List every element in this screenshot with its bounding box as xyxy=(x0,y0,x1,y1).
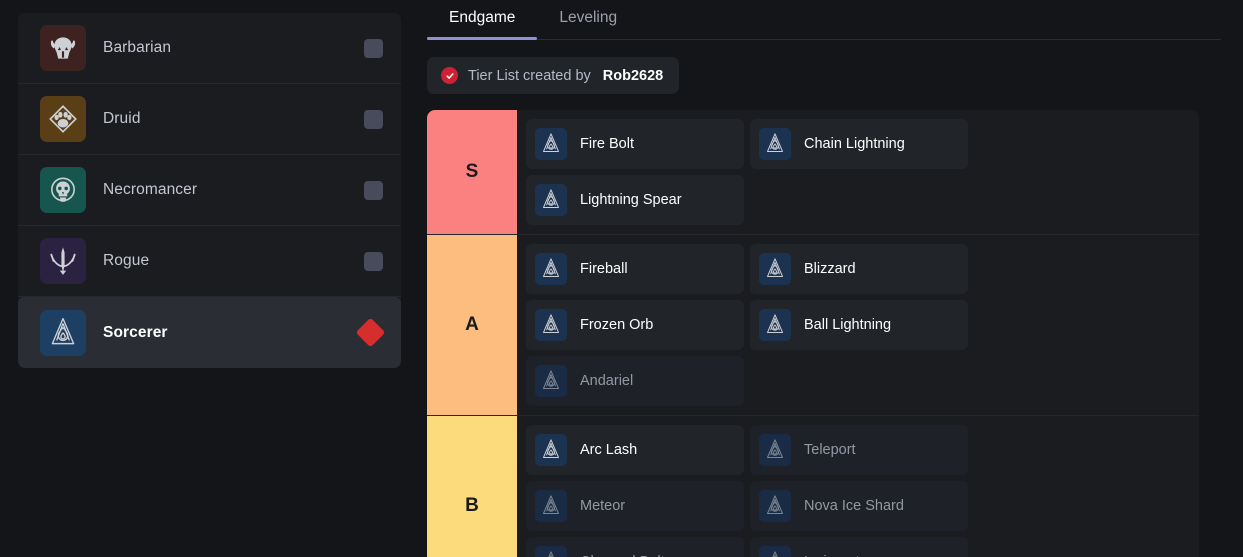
skill-card[interactable]: Fire Bolt xyxy=(526,119,744,169)
skill-card[interactable]: Incinerate xyxy=(750,537,968,557)
tier-items-a: Fireball Blizzard Frozen Orb Ball Lightning… xyxy=(517,235,1199,415)
skill-card[interactable]: Teleport xyxy=(750,425,968,475)
sorcerer-flame-icon xyxy=(535,184,567,216)
tier-label-b: B xyxy=(427,416,517,557)
skill-card[interactable]: Andariel xyxy=(526,356,744,406)
skill-card[interactable]: Ball Lightning xyxy=(750,300,968,350)
skill-card[interactable]: Arc Lash xyxy=(526,425,744,475)
skill-card[interactable]: Frozen Orb xyxy=(526,300,744,350)
skill-name-label: Fire Bolt xyxy=(580,136,634,152)
tier-items-s: Fire Bolt Chain Lightning Lightning Spear xyxy=(517,110,1199,234)
class-row-rogue[interactable]: Rogue xyxy=(18,226,401,297)
app-root: Barbarian Druid Necromancer Rogue Sorcerer E… xyxy=(0,0,1243,557)
tab-bar: Endgame Leveling xyxy=(427,0,1221,40)
class-name-label: Druid xyxy=(103,110,141,127)
sorcerer-flame-icon xyxy=(759,128,791,160)
class-list: Barbarian Druid Necromancer Rogue Sorcerer xyxy=(18,13,401,368)
sorcerer-flame-icon xyxy=(535,253,567,285)
necromancer-skull-icon xyxy=(40,167,86,213)
verified-check-icon xyxy=(441,67,458,84)
sorcerer-flame-icon xyxy=(759,253,791,285)
sorcerer-flame-icon xyxy=(535,434,567,466)
sorcerer-flame-icon xyxy=(759,434,791,466)
rogue-bow-icon xyxy=(40,238,86,284)
class-checkbox[interactable] xyxy=(364,109,383,129)
skill-card[interactable]: Fireball xyxy=(526,244,744,294)
skill-name-label: Nova Ice Shard xyxy=(804,498,904,514)
class-row-necromancer[interactable]: Necromancer xyxy=(18,155,401,226)
tier-items-b: Arc Lash Teleport Meteor Nova Ice Shard Char… xyxy=(517,416,1199,557)
skill-name-label: Chain Lightning xyxy=(804,136,905,152)
class-name-label: Barbarian xyxy=(103,39,172,56)
credit-author: Rob2628 xyxy=(602,67,664,84)
skill-card[interactable]: Charged Bolt xyxy=(526,537,744,557)
skill-name-label: Ball Lightning xyxy=(804,317,892,333)
tier-table: S Fire Bolt Chain Lightning Lightning Spear… xyxy=(427,110,1199,557)
sorcerer-flame-icon xyxy=(535,365,567,397)
sorcerer-flame-icon xyxy=(759,309,791,341)
sorcerer-flame-icon xyxy=(759,490,791,522)
class-name-label: Rogue xyxy=(103,252,150,269)
class-checkbox[interactable] xyxy=(364,251,383,271)
tab-leveling[interactable]: Leveling xyxy=(537,0,639,39)
skill-card[interactable]: Chain Lightning xyxy=(750,119,968,169)
skill-name-label: Lightning Spear xyxy=(580,192,682,208)
tier-panel: Endgame Leveling Tier List created by Rob… xyxy=(419,0,1243,557)
sorcerer-flame-icon xyxy=(40,309,86,356)
class-name-label: Necromancer xyxy=(103,181,198,198)
class-row-sorcerer[interactable]: Sorcerer xyxy=(18,297,401,368)
tab-endgame[interactable]: Endgame xyxy=(427,0,538,40)
sorcerer-flame-icon xyxy=(535,128,567,160)
skill-card[interactable]: Meteor xyxy=(526,481,744,531)
class-row-druid[interactable]: Druid xyxy=(18,84,401,155)
tier-row-a: A Fireball Blizzard Frozen Orb Ball Lightnin… xyxy=(427,235,1199,416)
credit-banner: Tier List created by Rob2628 xyxy=(427,57,680,94)
skill-card[interactable]: Blizzard xyxy=(750,244,968,294)
sorcerer-flame-icon xyxy=(535,490,567,522)
skill-card[interactable]: Nova Ice Shard xyxy=(750,481,968,531)
sorcerer-flame-icon xyxy=(759,546,791,557)
skill-name-label: Blizzard xyxy=(804,261,856,277)
skill-name-label: Andariel xyxy=(580,373,634,389)
class-checkbox[interactable] xyxy=(364,38,383,58)
sorcerer-flame-icon xyxy=(535,546,567,557)
druid-paw-icon xyxy=(40,96,86,142)
tier-label-a: A xyxy=(427,235,517,415)
skill-name-label: Meteor xyxy=(580,498,626,514)
skill-card[interactable]: Lightning Spear xyxy=(526,175,744,225)
sorcerer-flame-icon xyxy=(535,309,567,341)
skill-name-label: Frozen Orb xyxy=(580,317,654,333)
class-panel: Barbarian Druid Necromancer Rogue Sorcerer xyxy=(0,0,419,557)
skill-name-label: Teleport xyxy=(804,442,856,458)
skill-name-label: Arc Lash xyxy=(580,442,638,458)
selected-diamond-icon[interactable] xyxy=(355,317,386,348)
tier-row-s: S Fire Bolt Chain Lightning Lightning Spear xyxy=(427,110,1199,235)
tier-row-b: B Arc Lash Teleport Meteor Nova Ice Shard Cha… xyxy=(427,416,1199,557)
credit-text: Tier List created by xyxy=(468,67,591,84)
tier-label-s: S xyxy=(427,110,517,234)
barbarian-helm-icon xyxy=(40,25,86,71)
class-checkbox[interactable] xyxy=(364,180,383,200)
class-name-label: Sorcerer xyxy=(103,323,168,341)
skill-name-label: Fireball xyxy=(580,261,628,277)
class-row-barbarian[interactable]: Barbarian xyxy=(18,13,401,84)
